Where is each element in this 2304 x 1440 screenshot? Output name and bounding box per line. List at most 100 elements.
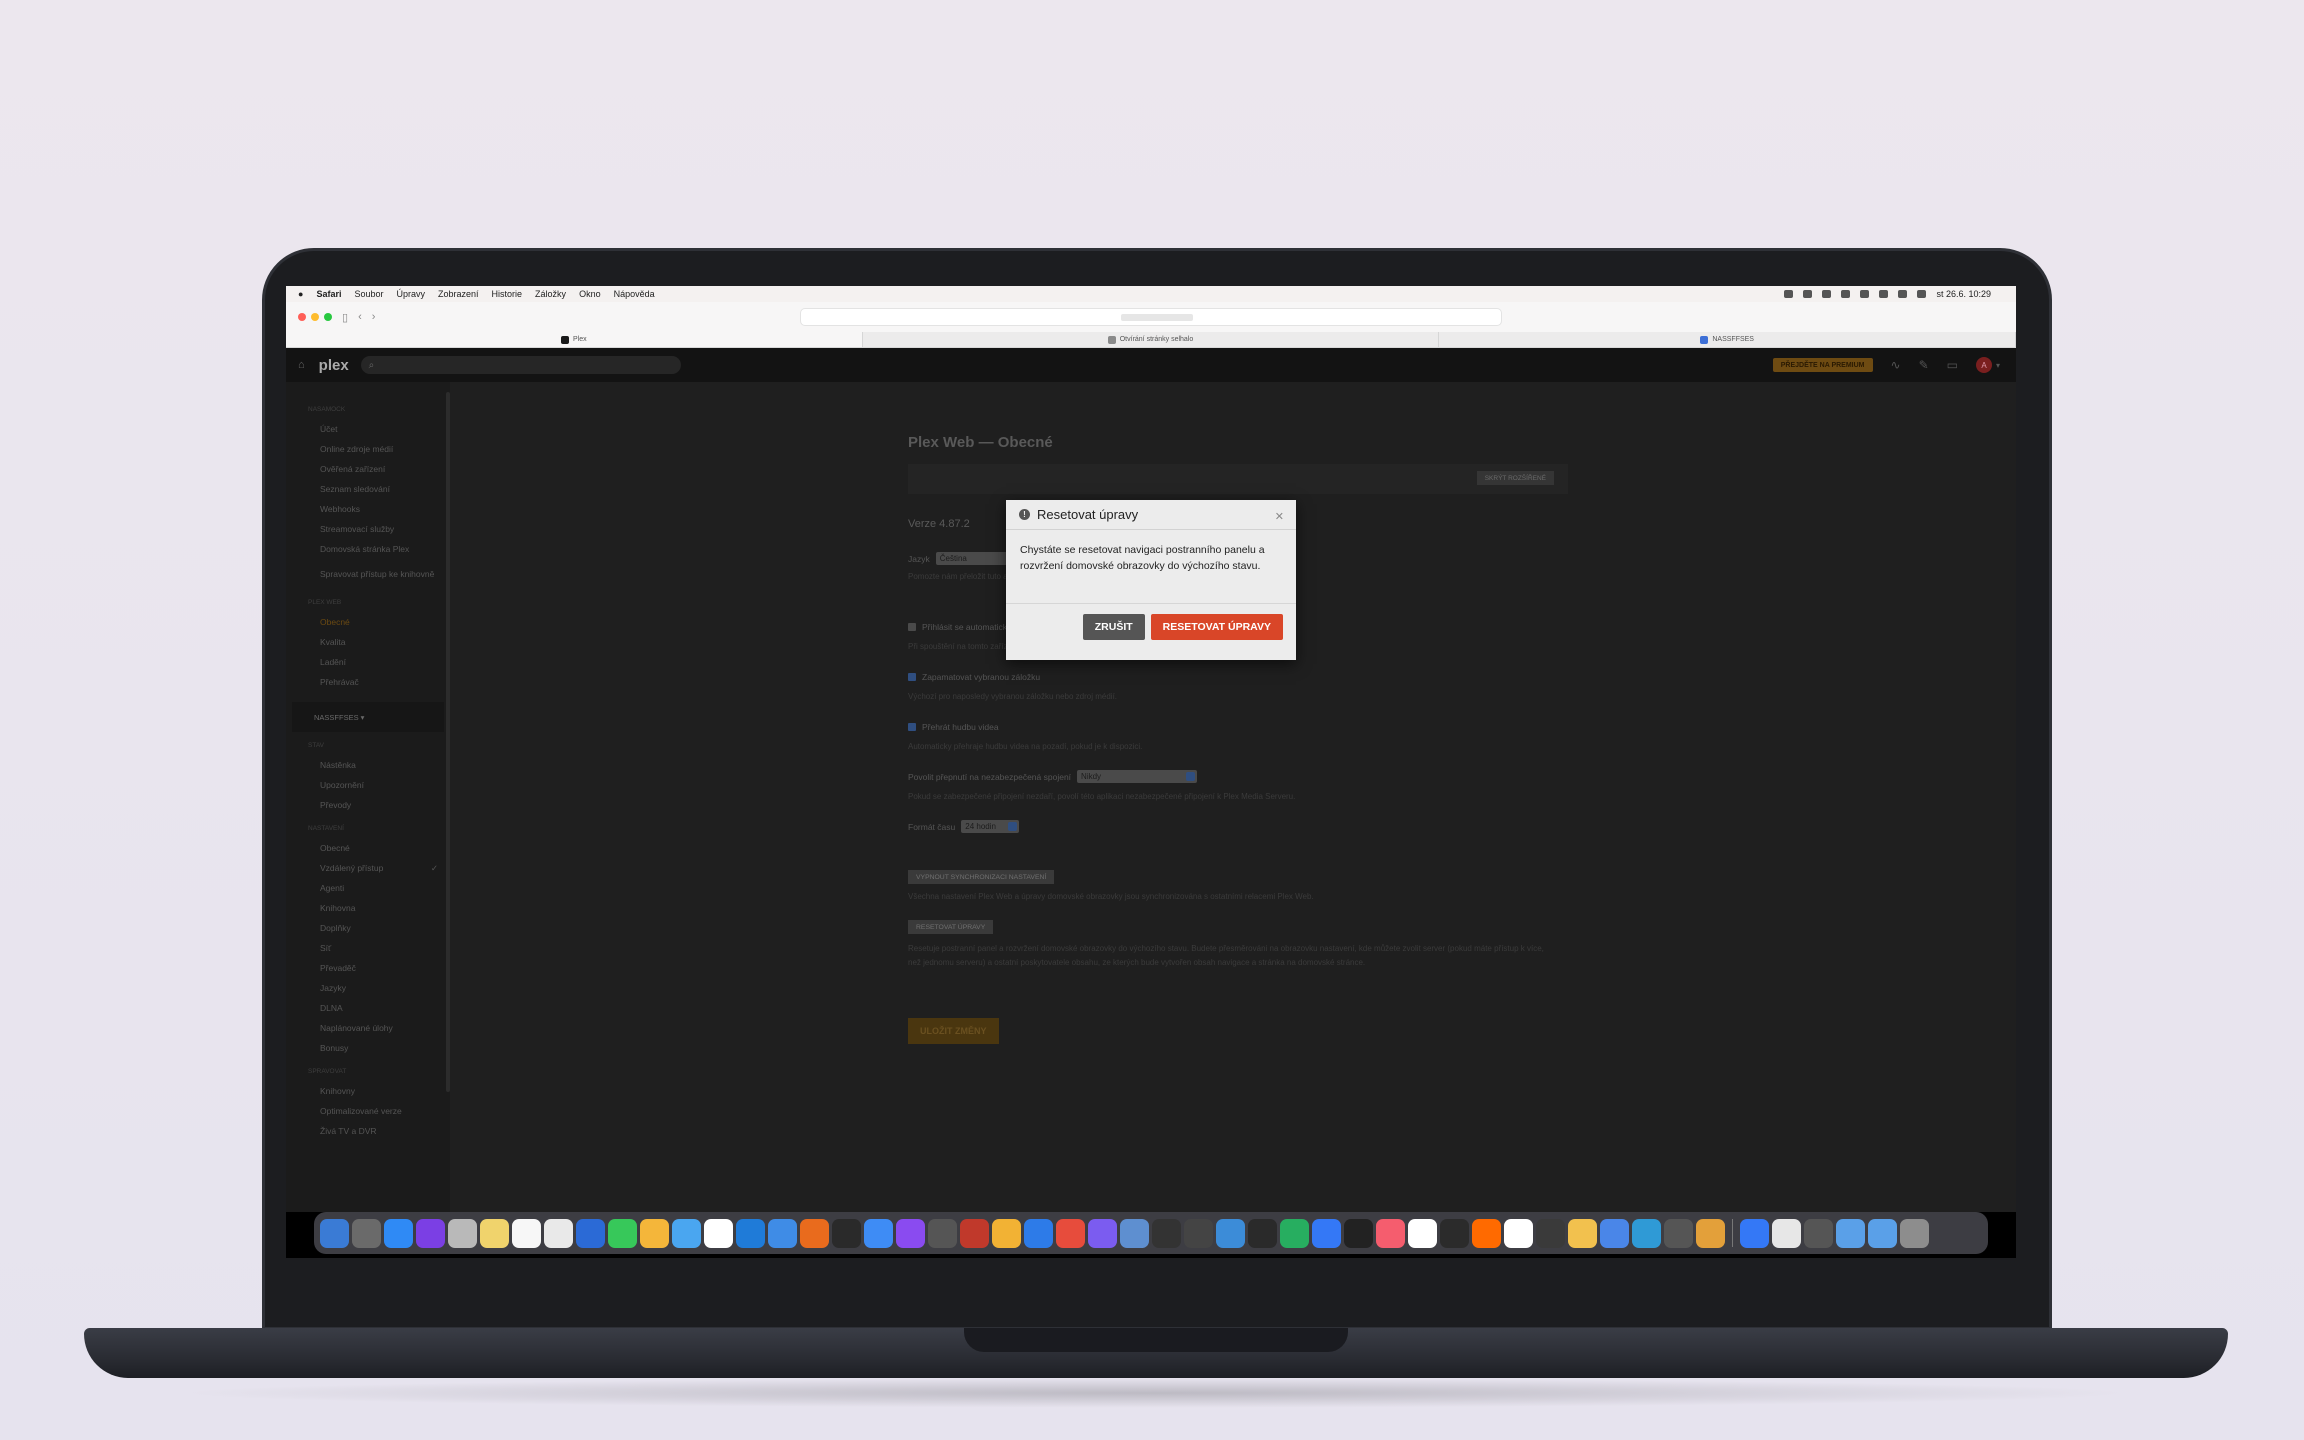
apple-icon[interactable]: ● <box>298 289 303 299</box>
dock-app-icon[interactable] <box>768 1218 797 1248</box>
sidebar-toggle-icon[interactable]: ▯ <box>342 311 348 324</box>
dock-app-icon[interactable] <box>1088 1218 1117 1248</box>
dock-app-icon[interactable] <box>480 1218 509 1248</box>
sidebar-item[interactable]: Webhooks <box>286 499 450 519</box>
dock-app-icon[interactable] <box>1568 1218 1597 1248</box>
menu-item[interactable]: Záložky <box>535 289 566 299</box>
status-icon[interactable] <box>1822 290 1832 298</box>
sidebar-item[interactable]: Síť <box>286 938 450 958</box>
dock-app-icon[interactable] <box>928 1218 957 1248</box>
dock-app-icon[interactable] <box>1900 1218 1929 1248</box>
sidebar-item[interactable]: Ověřená zařízení <box>286 459 450 479</box>
dock-app-icon[interactable] <box>1376 1218 1405 1248</box>
dock-app-icon[interactable] <box>1344 1218 1373 1248</box>
hide-advanced-button[interactable]: SKRÝT ROZŠÍŘENÉ <box>1476 471 1554 485</box>
dock-app-icon[interactable] <box>960 1218 989 1248</box>
dock-app-icon[interactable] <box>1504 1218 1533 1248</box>
dock-app-icon[interactable] <box>1216 1218 1245 1248</box>
zoom-window-button[interactable] <box>324 313 332 321</box>
sidebar-item-active[interactable]: Obecné <box>286 612 450 632</box>
dock-app-icon[interactable] <box>1836 1218 1865 1248</box>
disable-sync-button[interactable]: VYPNOUT SYNCHRONIZACI NASTAVENÍ <box>908 870 1055 884</box>
menu-item[interactable]: Okno <box>579 289 601 299</box>
sidebar-item[interactable]: Knihovny <box>286 1081 450 1101</box>
sidebar-item[interactable]: Převody <box>286 795 450 815</box>
sidebar-item[interactable]: Kvalita <box>286 632 450 652</box>
sidebar-item[interactable]: DLNA <box>286 998 450 1018</box>
server-selector[interactable]: NASSFFSES ▾ <box>292 702 444 732</box>
forward-icon[interactable]: › <box>372 311 376 323</box>
sidebar-item[interactable]: Knihovna <box>286 898 450 918</box>
sidebar-item[interactable]: Upozornění <box>286 775 450 795</box>
dock-app-icon[interactable] <box>1600 1218 1629 1248</box>
dock-app-icon[interactable] <box>864 1218 893 1248</box>
dock-app-icon[interactable] <box>1804 1218 1833 1248</box>
menu-item[interactable]: Zobrazení <box>438 289 479 299</box>
dock-app-icon[interactable] <box>352 1218 381 1248</box>
dock-app-icon[interactable] <box>832 1218 861 1248</box>
wifi-icon[interactable] <box>1898 290 1908 298</box>
dock-app-icon[interactable] <box>1868 1218 1897 1248</box>
sidebar-item[interactable]: Bonusy <box>286 1038 450 1058</box>
menu-item[interactable]: Nápověda <box>614 289 655 299</box>
tab-plex[interactable]: Plex <box>286 332 863 347</box>
cast-icon[interactable]: ▭ <box>1947 358 1958 372</box>
menubar-clock[interactable]: st 26.6. 10:29 <box>1936 289 1991 299</box>
dock-app-icon[interactable] <box>992 1218 1021 1248</box>
sidebar-item[interactable]: Živá TV a DVR <box>286 1121 450 1141</box>
sidebar-item[interactable]: Optimalizované verze <box>286 1101 450 1121</box>
dock-app-icon[interactable] <box>1740 1218 1769 1248</box>
menu-item[interactable]: Úpravy <box>396 289 425 299</box>
menu-item[interactable]: Historie <box>492 289 523 299</box>
dock-app-icon[interactable] <box>1024 1218 1053 1248</box>
back-icon[interactable]: ‹ <box>358 311 362 323</box>
sidebar-scrollbar[interactable] <box>446 392 450 1092</box>
status-icon[interactable] <box>1784 290 1794 298</box>
insecure-select[interactable]: Nikdy <box>1077 770 1198 783</box>
confirm-reset-button[interactable]: RESETOVAT ÚPRAVY <box>1150 614 1283 640</box>
dock-app-icon[interactable] <box>1472 1218 1501 1248</box>
sidebar-item[interactable]: Naplánované úlohy <box>286 1018 450 1038</box>
search-icon[interactable] <box>1917 290 1927 298</box>
dock-app-icon[interactable] <box>448 1218 477 1248</box>
dock-app-icon[interactable] <box>1152 1218 1181 1248</box>
dock-app-icon[interactable] <box>896 1218 925 1248</box>
home-icon[interactable]: ⌂ <box>298 359 305 371</box>
sidebar-item[interactable]: Agenti <box>286 878 450 898</box>
status-icon[interactable] <box>1879 290 1889 298</box>
tab-error[interactable]: Otvírání stránky selhalo <box>863 332 1440 347</box>
dock-app-icon[interactable] <box>672 1218 701 1248</box>
plex-logo[interactable]: plex <box>319 357 349 374</box>
dock-app-icon[interactable] <box>1536 1218 1565 1248</box>
dock-app-icon[interactable] <box>1248 1218 1277 1248</box>
chevron-down-icon[interactable]: ▾ <box>1996 361 2000 370</box>
dock-app-icon[interactable] <box>1408 1218 1437 1248</box>
dock-app-icon[interactable] <box>1440 1218 1469 1248</box>
dock-app-icon[interactable] <box>608 1218 637 1248</box>
dock-app-icon[interactable] <box>1664 1218 1693 1248</box>
play-music-checkbox[interactable] <box>908 723 916 731</box>
settings-icon[interactable]: ✎ <box>1919 358 1929 372</box>
cancel-button[interactable]: ZRUŠIT <box>1082 614 1145 640</box>
menu-app[interactable]: Safari <box>316 289 341 299</box>
avatar[interactable]: A <box>1975 357 1992 373</box>
dock-app-icon[interactable] <box>800 1218 829 1248</box>
save-changes-button[interactable]: ULOŽIT ZMĚNY <box>908 1018 999 1044</box>
remember-tab-checkbox[interactable] <box>908 673 916 681</box>
auto-login-checkbox[interactable] <box>908 623 916 631</box>
dock-app-icon[interactable] <box>1632 1218 1661 1248</box>
sidebar-item[interactable]: Spravovat přístup ke knihovně <box>286 559 450 589</box>
dock-app-icon[interactable] <box>1312 1218 1341 1248</box>
dock-app-icon[interactable] <box>1056 1218 1085 1248</box>
sidebar-item[interactable]: Doplňky <box>286 918 450 938</box>
dock-app-icon[interactable] <box>1772 1218 1801 1248</box>
sidebar-item[interactable]: Vzdálený přístup ✓ <box>286 858 450 878</box>
search-input[interactable]: ⌕ <box>360 356 681 374</box>
sidebar-item[interactable]: Obecné <box>286 838 450 858</box>
sidebar-item[interactable]: Online zdroje médií <box>286 439 450 459</box>
dock-app-icon[interactable] <box>320 1218 349 1248</box>
close-window-button[interactable] <box>298 313 306 321</box>
dock-app-icon[interactable] <box>1120 1218 1149 1248</box>
dock-app-icon[interactable] <box>384 1218 413 1248</box>
sidebar-item[interactable]: Nástěnka <box>286 755 450 775</box>
